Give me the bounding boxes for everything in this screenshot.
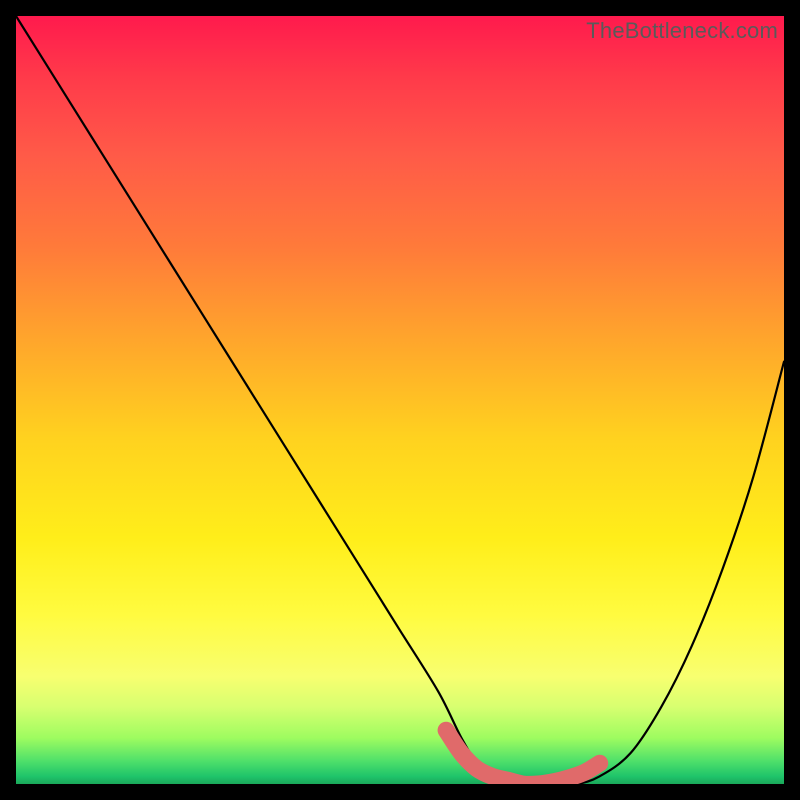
plot-area: TheBottleneck.com xyxy=(16,16,784,784)
watermark-text: TheBottleneck.com xyxy=(586,18,778,44)
chart-svg xyxy=(16,16,784,784)
chart-frame: TheBottleneck.com xyxy=(0,0,800,800)
curve-line xyxy=(16,16,784,784)
highlight-band xyxy=(446,730,600,784)
